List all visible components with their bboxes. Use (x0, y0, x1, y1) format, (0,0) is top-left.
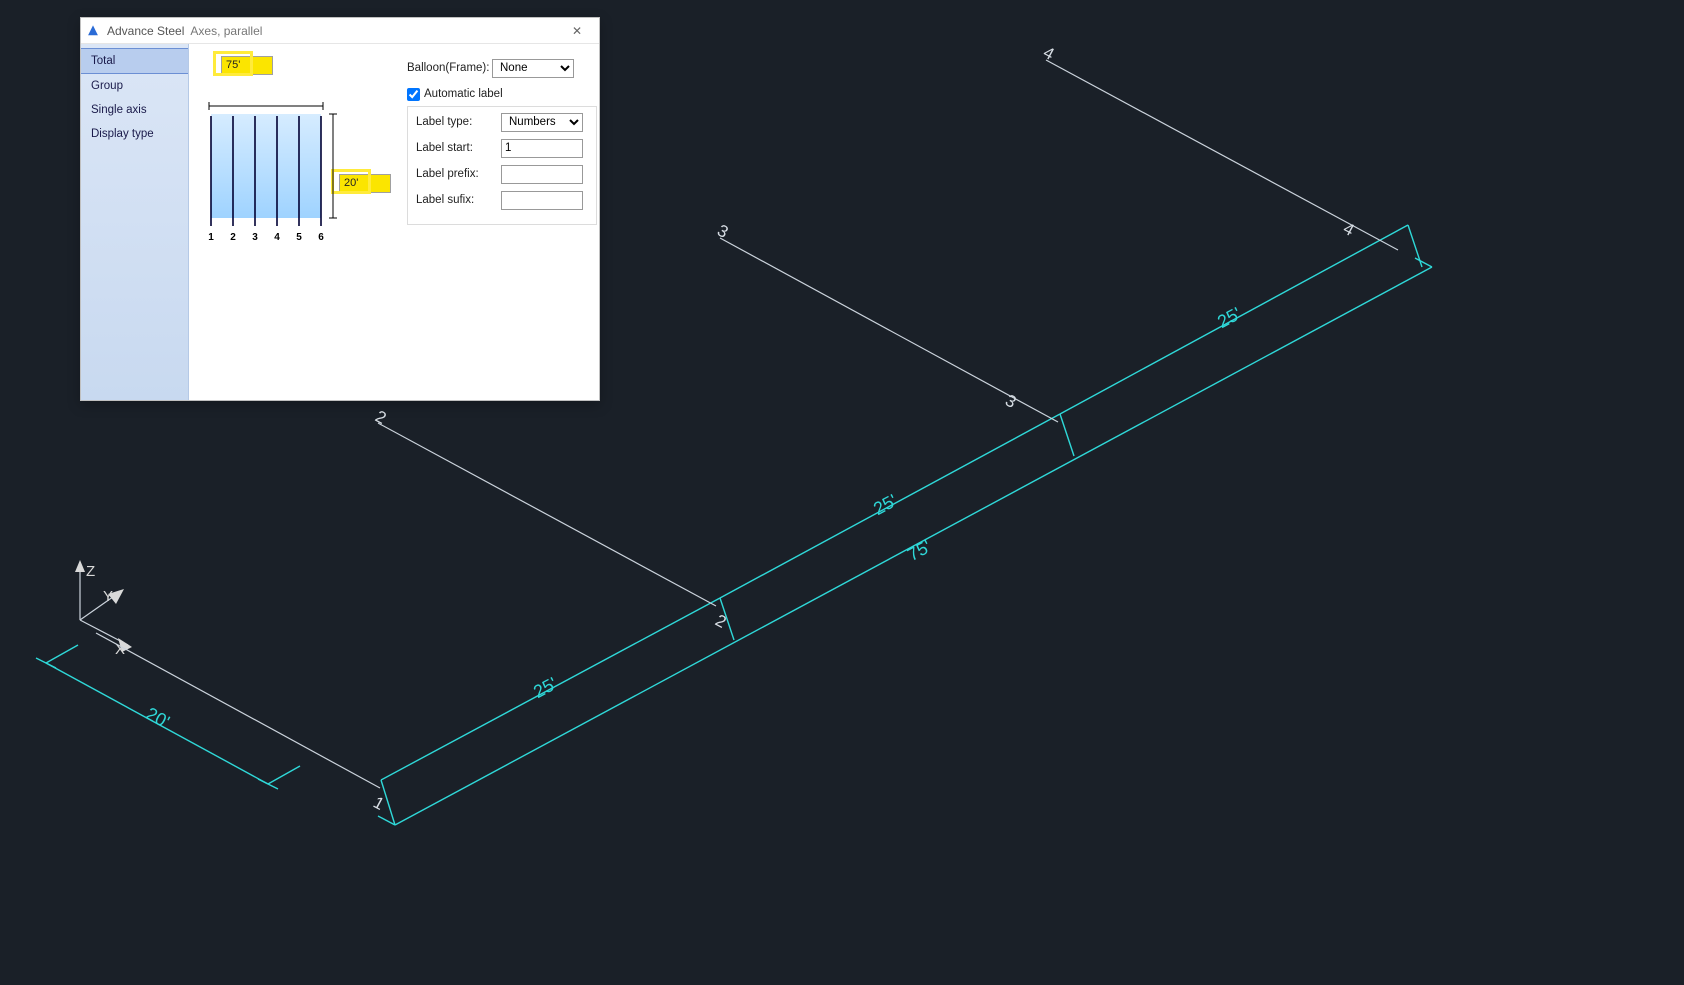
labels-form: Balloon(Frame): None Automatic label Lab… (407, 58, 597, 225)
axis-4-line: 4 4 (1040, 43, 1398, 250)
label-prefix-input[interactable] (501, 165, 583, 184)
close-icon: ✕ (572, 24, 582, 38)
axis-label-2a: 2 (372, 407, 389, 428)
svg-text:4: 4 (274, 232, 280, 243)
dialog-titlebar[interactable]: Advance Steel Axes, parallel ✕ (81, 18, 599, 44)
svg-text:5: 5 (296, 232, 302, 243)
axis-label-3b: 3 (1002, 391, 1019, 412)
sidebar-item-single-axis[interactable]: Single axis (81, 98, 188, 122)
axes-dialog: Advance Steel Axes, parallel ✕ Total Gro… (80, 17, 600, 401)
ucs-y-label: Y (103, 588, 113, 605)
svg-text:1: 1 (208, 232, 214, 243)
close-button[interactable]: ✕ (559, 19, 595, 43)
axes-preview: 1 2 3 4 5 6 (207, 98, 347, 248)
axis-3-line: 3 3 (714, 221, 1058, 422)
axis-1-line: 1 (96, 633, 387, 814)
balloon-select[interactable]: None (492, 59, 574, 78)
sidebar-item-group[interactable]: Group (81, 74, 188, 98)
dim-seg1: 25' (381, 598, 734, 825)
dim-seg2: 25' (720, 414, 1074, 598)
axis-label-2b: 2 (712, 611, 729, 632)
label-prefix-label: Label prefix: (416, 168, 501, 180)
dim-total-text: 75' (904, 536, 934, 565)
axis-label-3a: 3 (714, 221, 731, 242)
axis-2-line: 2 2 (372, 407, 729, 632)
auto-label-checkbox[interactable] (407, 88, 420, 101)
ucs-icon: Z Y X (75, 560, 132, 658)
svg-text:3: 3 (252, 232, 258, 243)
label-type-label: Label type: (416, 116, 501, 128)
label-sufix-label: Label sufix: (416, 194, 501, 206)
label-sufix-input[interactable] (501, 191, 583, 210)
dim-depth: 20' (36, 645, 300, 789)
axis-label-4a: 4 (1040, 43, 1057, 64)
axis-label-4b: 4 (1340, 219, 1357, 240)
auto-label-text: Automatic label (424, 88, 503, 100)
balloon-label: Balloon(Frame): (407, 62, 492, 74)
dialog-subtitle: Axes, parallel (190, 24, 262, 38)
dim-depth-text: 20' (143, 703, 173, 732)
label-start-label: Label start: (416, 142, 501, 154)
dialog-content: 1 2 3 4 5 6 Balloon(Frame): None Automat… (189, 44, 599, 400)
app-icon (85, 23, 101, 39)
total-width-input[interactable] (221, 56, 273, 75)
axis-label-1: 1 (370, 793, 387, 814)
dialog-title: Advance Steel (107, 24, 184, 38)
sidebar-item-total[interactable]: Total (81, 48, 188, 74)
dim-seg3: 25' (1060, 225, 1422, 414)
svg-text:2: 2 (230, 232, 236, 243)
svg-text:6: 6 (318, 232, 324, 243)
label-type-select[interactable]: Numbers (501, 113, 583, 132)
ucs-z-label: Z (86, 563, 95, 580)
label-start-input[interactable] (501, 139, 583, 158)
sidebar-item-display-type[interactable]: Display type (81, 122, 188, 146)
dialog-sidebar: Total Group Single axis Display type (81, 44, 189, 400)
